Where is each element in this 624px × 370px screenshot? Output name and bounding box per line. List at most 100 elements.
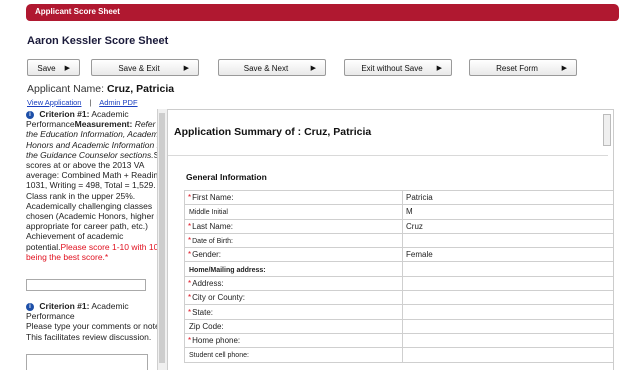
arrow-right-icon: ▶ xyxy=(64,65,70,72)
view-application-link[interactable]: View Application xyxy=(27,98,81,107)
field-value xyxy=(402,290,613,306)
table-row: Zip Code: xyxy=(184,318,613,334)
summary-title: Application Summary of : Cruz, Patricia xyxy=(174,126,372,138)
field-value xyxy=(402,232,613,249)
arrow-right-icon: ▶ xyxy=(436,65,442,72)
table-row: *City or County: xyxy=(184,290,613,306)
field-value: Cruz xyxy=(402,218,613,234)
field-label: First Name: xyxy=(192,193,234,203)
field-value: Female xyxy=(402,247,613,263)
table-row: Student cell phone: xyxy=(184,347,613,363)
field-label: City or County: xyxy=(192,293,246,303)
required-marker: * xyxy=(188,278,192,288)
required-marker: * xyxy=(188,221,192,231)
field-label-cell: Zip Code: xyxy=(184,318,403,334)
save-next-button[interactable]: Save & Next ▶ xyxy=(218,59,326,76)
required-marker: * xyxy=(188,250,192,260)
table-row: *State: xyxy=(184,304,613,320)
table-row: *First Name: Patricia xyxy=(184,189,613,206)
criterion-label: Criterion #1: xyxy=(39,301,90,311)
field-label: Home/Mailing address: xyxy=(189,266,266,274)
divider xyxy=(168,155,608,156)
field-label: Student cell phone: xyxy=(189,352,249,360)
measurement-label: Measurement: xyxy=(74,119,133,130)
applicant-name-label: Applicant Name: xyxy=(27,83,105,95)
save-exit-button-label: Save & Exit xyxy=(118,64,160,73)
general-info-table: *First Name: Patricia Middle Initial M *Last… xyxy=(184,189,613,363)
field-label-cell: *First Name: xyxy=(184,189,403,206)
application-summary-panel: Application Summary of : Cruz, Patricia … xyxy=(167,109,614,370)
reset-form-button-label: Reset Form xyxy=(496,64,538,73)
field-value xyxy=(402,304,613,320)
field-value xyxy=(402,261,613,277)
scrollbar-thumb[interactable] xyxy=(159,113,165,363)
applicant-name: Applicant Name: Cruz, Patricia xyxy=(27,83,174,95)
required-marker: * xyxy=(188,193,192,203)
summary-scrollbar[interactable] xyxy=(603,114,611,146)
table-row: Middle Initial M xyxy=(184,204,613,220)
window-title: Applicant Score Sheet xyxy=(35,7,120,16)
field-label: Zip Code: xyxy=(189,321,224,331)
field-value xyxy=(402,318,613,334)
field-label: Gender: xyxy=(192,250,222,260)
admin-pdf-link[interactable]: Admin PDF xyxy=(99,98,137,107)
field-label: Middle Initial xyxy=(189,209,228,217)
criteria-panel: i Criterion #1: Academic PerformanceMeas… xyxy=(26,109,166,370)
field-label: Address: xyxy=(192,278,224,288)
required-marker: * xyxy=(188,336,192,346)
field-label-cell: *Date of Birth: xyxy=(184,232,403,249)
criterion-label: Criterion #1: xyxy=(39,109,90,119)
comments-prompt: Please type your comments or notes. This… xyxy=(26,321,166,342)
required-marker: * xyxy=(104,251,109,262)
field-label-cell: *Address: xyxy=(184,275,403,292)
table-row: *Address: xyxy=(184,275,613,292)
table-row: *Gender: Female xyxy=(184,247,613,263)
required-marker: * xyxy=(188,293,192,303)
save-next-button-label: Save & Next xyxy=(243,64,289,73)
criterion-comments-block: i Criterion #1: Academic Performance Ple… xyxy=(26,301,166,342)
field-label: State: xyxy=(192,307,214,317)
document-links: View Application | Admin PDF xyxy=(27,98,138,107)
sheet-title: Aaron Kessler Score Sheet xyxy=(27,35,169,47)
field-value: Patricia xyxy=(402,189,613,206)
save-button-label: Save xyxy=(37,64,56,73)
link-separator: | xyxy=(89,98,92,107)
criterion-block: i Criterion #1: Academic PerformanceMeas… xyxy=(26,109,166,262)
field-value xyxy=(402,275,613,292)
arrow-right-icon: ▶ xyxy=(310,65,316,72)
field-label-cell: Home/Mailing address: xyxy=(184,261,403,277)
window-title-bar: Applicant Score Sheet xyxy=(26,4,619,21)
field-label-cell: Middle Initial xyxy=(184,204,403,220)
arrow-right-icon: ▶ xyxy=(561,65,567,72)
field-label-cell: *State: xyxy=(184,304,403,320)
criteria-scrollbar[interactable] xyxy=(157,109,167,370)
table-row: Home/Mailing address: xyxy=(184,261,613,277)
save-exit-button[interactable]: Save & Exit ▶ xyxy=(91,59,199,76)
field-value xyxy=(402,347,613,363)
field-label: Last Name: xyxy=(192,221,234,231)
table-row: *Date of Birth: xyxy=(184,232,613,249)
field-label-cell: Student cell phone: xyxy=(184,347,403,363)
table-row: *Home phone: xyxy=(184,332,613,349)
field-label-cell: *Last Name: xyxy=(184,218,403,234)
field-label: Home phone: xyxy=(192,336,241,346)
section-heading: General Information xyxy=(186,172,267,182)
field-label-cell: *City or County: xyxy=(184,290,403,306)
required-marker: * xyxy=(188,307,192,317)
info-icon: i xyxy=(26,110,34,119)
exit-without-save-button[interactable]: Exit without Save ▶ xyxy=(344,59,452,76)
info-icon: i xyxy=(26,302,34,311)
applicant-name-value: Cruz, Patricia xyxy=(106,83,175,95)
arrow-right-icon: ▶ xyxy=(183,65,189,72)
field-label-cell: *Home phone: xyxy=(184,332,403,349)
field-value xyxy=(402,332,613,349)
required-marker: * xyxy=(188,236,192,246)
field-label-cell: *Gender: xyxy=(184,247,403,263)
save-button[interactable]: Save ▶ xyxy=(27,59,80,76)
field-label: Date of Birth: xyxy=(192,238,233,246)
comments-textarea[interactable] xyxy=(26,354,148,370)
table-row: *Last Name: Cruz xyxy=(184,218,613,234)
score-input[interactable] xyxy=(26,279,146,291)
reset-form-button[interactable]: Reset Form ▶ xyxy=(469,59,577,76)
criterion-description: SAT scores at or above the 2013 VA avera… xyxy=(26,150,166,252)
